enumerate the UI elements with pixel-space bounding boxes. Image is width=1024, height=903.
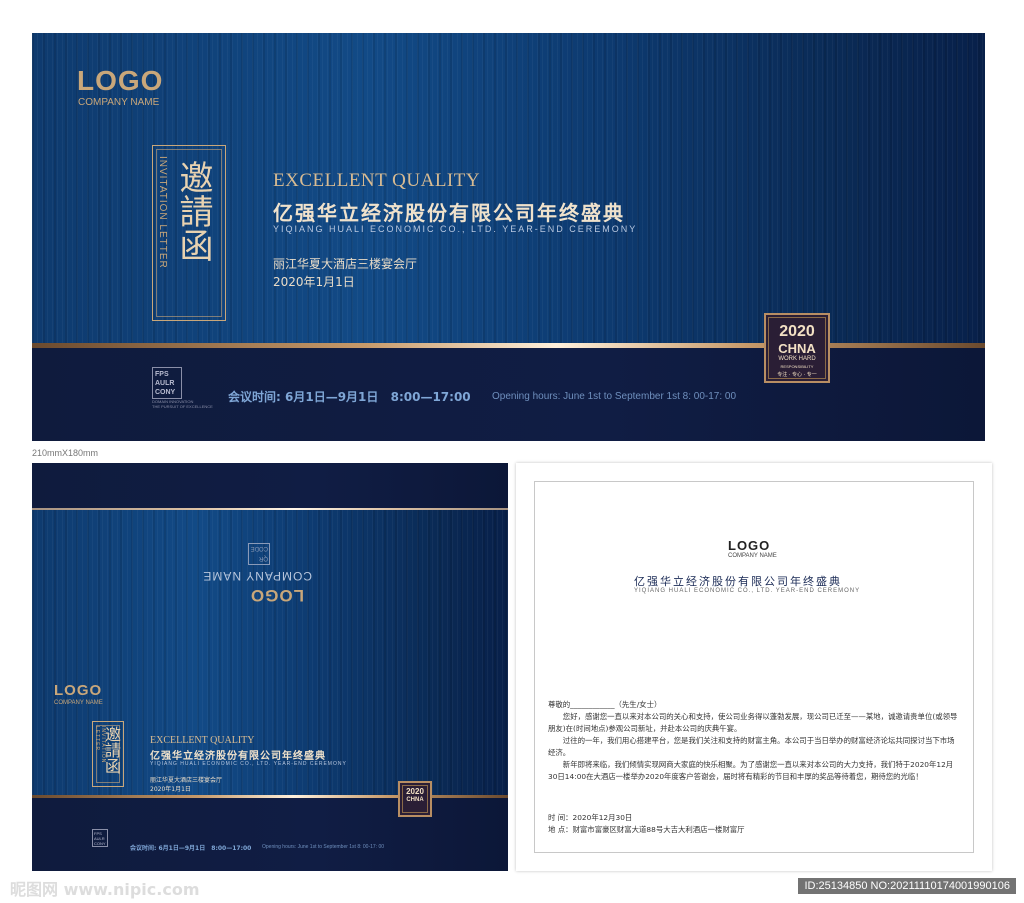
- year-badge: 2020 CHNA WORK HARD RESPONSIBILITY 专注 · …: [764, 313, 830, 383]
- invite-en: INVITATION LETTER: [157, 156, 168, 269]
- invitation-card-spread: LOGO COMPANY NAME QR CODE LOGO COMPANY N…: [32, 463, 508, 871]
- mini-company-name: COMPANY NAME: [54, 700, 103, 706]
- mini-headline-sub: YIQIANG HUALI ECONOMIC CO., LTD. YEAR-EN…: [150, 761, 347, 767]
- watermark-id: ID:25134850 NO:20211110174001990106: [798, 878, 1016, 894]
- back-company-name: COMPANY NAME: [202, 569, 312, 583]
- watermark-site: 昵图网 www.nipic.com: [10, 880, 200, 899]
- letter-company-name: COMPANY NAME: [728, 553, 777, 559]
- letter-logo: LOGO: [728, 538, 771, 553]
- small-logo-tag2: THE PURSUIT OF EXCELLENCE: [152, 404, 213, 409]
- hours-time: 8:00—17:00: [390, 390, 471, 404]
- small-logo-line: AULR: [155, 380, 175, 387]
- small-logo-line: CONY: [155, 389, 176, 396]
- invitation-letter-page: LOGO COMPANY NAME 亿强华立经济股份有限公司年终盛典 YIQIA…: [516, 463, 992, 871]
- invite-chars: 邀請函: [173, 160, 213, 262]
- letter-paragraph: 您好，感谢您一直以来对本公司的关心和支持，使公司业务得以蓬勃发展，现公司已迁至—…: [548, 712, 958, 733]
- letter-time: 时 间：2020年12月30日: [548, 813, 633, 822]
- small-logo-line: FPS: [155, 371, 169, 378]
- invite-char: 請: [173, 194, 213, 228]
- badge-line3: 专注 · 专心 · 专一: [777, 372, 817, 378]
- letter-title: 亿强华立经济股份有限公司年终盛典: [634, 575, 842, 588]
- mini-logo: LOGO: [54, 682, 103, 699]
- qr-code: QR CODE: [248, 543, 270, 565]
- letter-paragraph: 过往的一年，我们用心搭建平台，您是我们关注和支持的财富主角。本公司于当日举办的财…: [548, 736, 955, 757]
- mini-date: 2020年1月1日: [150, 786, 191, 793]
- headline-en: EXCELLENT QUALITY: [273, 170, 481, 191]
- small-logo: FPS AULR CONY: [152, 367, 182, 399]
- badge-line2: RESPONSIBILITY: [780, 364, 814, 369]
- invite-char: 邀: [173, 160, 213, 194]
- hours-label: 会议时间:: [130, 845, 157, 852]
- mini-headline-en: EXCELLENT QUALITY: [150, 735, 255, 746]
- mini-invite-en: INVITATION LETTER: [94, 726, 106, 764]
- watermark-bar: 昵图网 www.nipic.com ID:25134850 NO:2021111…: [0, 870, 1024, 903]
- mini-year-badge: 2020 CHNA: [398, 781, 432, 817]
- letter-paragraph: 新年即将来临，我们倾情实现网商大家庭的快乐相聚。为了感谢您一直以来对本公司的大力…: [548, 760, 954, 781]
- back-top-band: [32, 463, 508, 508]
- company-name: COMPANY NAME: [78, 97, 160, 108]
- letter-frame: [534, 481, 974, 853]
- mini-badge-year: 2020: [406, 787, 424, 796]
- meeting-hours-en: Opening hours: June 1st to September 1st…: [492, 391, 737, 402]
- mini-headline-cn: 亿强华立经济股份有限公司年终盛典: [150, 751, 326, 762]
- event-date: 2020年1月1日: [273, 275, 355, 289]
- headline-cn: 亿强华立经济股份有限公司年终盛典: [273, 201, 625, 225]
- hours-dates: 6月1日—9月1日: [158, 845, 206, 852]
- letter-subtitle: YIQIANG HUALI ECONOMIC CO., LTD. YEAR-EN…: [634, 588, 861, 594]
- mini-small-logo: FPS AULR CONY: [92, 829, 108, 847]
- size-label: 210mmX180mm: [32, 448, 99, 458]
- invitation-seal: 邀請函 INVITATION LETTER: [152, 145, 226, 321]
- mini-invitation-seal: 邀請函 INVITATION LETTER: [92, 721, 124, 787]
- mini-hours-cn: 会议时间: 6月1日—9月1日 8:00—17:00: [130, 843, 251, 852]
- badge-line1: WORK HARD: [778, 356, 816, 362]
- badge-year: 2020: [779, 323, 815, 340]
- meeting-hours-cn: 会议时间: 6月1日—9月1日 8:00—17:00: [228, 388, 471, 405]
- logo: LOGO: [77, 65, 164, 96]
- invite-char: 函: [173, 228, 213, 262]
- letter-body: 尊敬的____________（先生/女士） 您好，感谢您一直以来对本公司的关心…: [548, 699, 958, 783]
- back-cover-logo: LOGO COMPANY NAME QR CODE: [202, 529, 322, 605]
- small-logo-line: CONY: [94, 841, 106, 846]
- invitation-card-front: LOGO COMPANY NAME 邀請函 INVITATION LETTER …: [32, 33, 985, 441]
- letter-greeting: 尊敬的____________（先生/女士）: [548, 700, 662, 709]
- letter-place: 地 点：财富市富豪区财富大道88号大吉大利酒店一楼财富厅: [548, 825, 745, 834]
- mini-venue: 丽江华夏大酒店三楼宴会厅: [150, 777, 223, 784]
- hours-dates: 6月1日—9月1日: [285, 390, 379, 404]
- badge-word: CHNA: [778, 341, 816, 356]
- headline-sub: YIQIANG HUALI ECONOMIC CO., LTD. YEAR-EN…: [273, 224, 638, 234]
- back-logo: LOGO: [249, 586, 304, 605]
- hours-label: 会议时间:: [228, 390, 281, 404]
- mini-badge-word: CHNA: [406, 797, 424, 803]
- mini-hours-en: Opening hours: June 1st to September 1st…: [262, 844, 385, 850]
- venue: 丽江华夏大酒店三楼宴会厅: [273, 257, 418, 271]
- hours-time: 8:00—17:00: [211, 845, 252, 852]
